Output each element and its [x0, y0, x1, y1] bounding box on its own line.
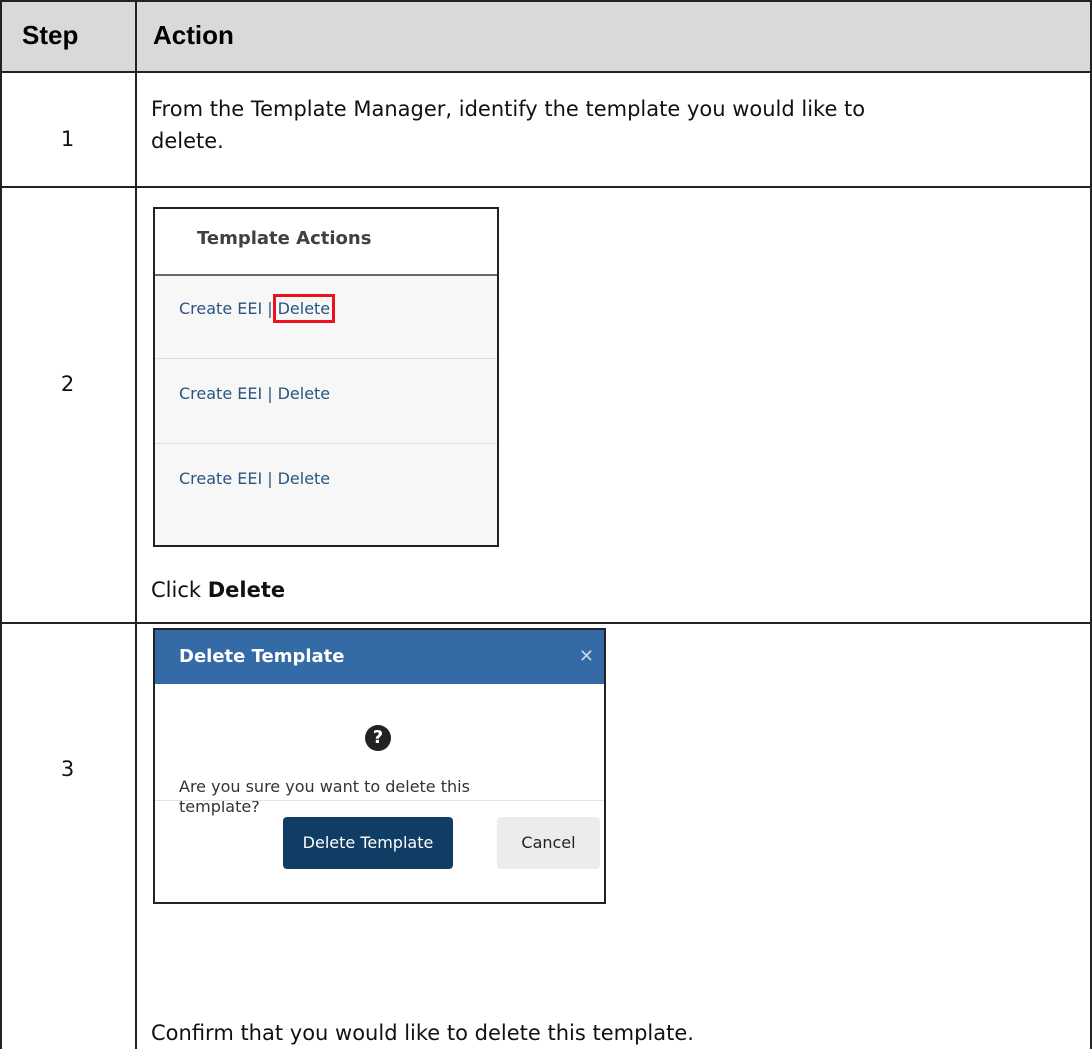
header-action: Action: [153, 20, 234, 50]
table-border-left: [0, 0, 2, 1049]
dialog-divider: [155, 800, 604, 801]
close-icon[interactable]: ✕: [579, 646, 594, 667]
dialog-message: Are you sure you want to delete this tem…: [179, 777, 470, 816]
header-step: Step: [22, 20, 79, 50]
table-border-top: [0, 0, 1092, 2]
create-eei-link[interactable]: Create EEI: [179, 384, 262, 403]
delete-link-highlighted[interactable]: Delete: [272, 294, 336, 323]
link-separator: |: [267, 384, 273, 403]
step-number-2: 2: [60, 372, 75, 396]
create-eei-link[interactable]: Create EEI: [179, 299, 262, 318]
dialog-header: Delete Template ✕: [155, 630, 604, 684]
template-actions-panel: Template Actions Create EEI | Delete Creat…: [153, 207, 499, 547]
table-header-row: Step Action: [0, 0, 1092, 71]
step-2-instruction-bold: Delete: [207, 578, 286, 602]
delete-link[interactable]: Delete: [278, 469, 331, 488]
link-separator: |: [267, 469, 273, 488]
step-1-text: From the Template Manager, identify the …: [151, 93, 865, 157]
create-eei-link[interactable]: Create EEI: [179, 469, 262, 488]
delete-link[interactable]: Delete: [278, 384, 331, 403]
question-circle-icon: ?: [365, 725, 391, 751]
step-number-1: 1: [60, 127, 75, 151]
cancel-button[interactable]: Cancel: [497, 817, 600, 869]
table-border: [0, 186, 1092, 188]
step-1-text-line1: From the Template Manager, identify the …: [151, 97, 866, 121]
template-action-row: Create EEI | Delete: [155, 359, 497, 444]
step-2-instruction: Click Delete: [151, 578, 286, 602]
step-1-text-line2: delete.: [151, 129, 224, 153]
table-border-column: [135, 0, 137, 1049]
table-border: [0, 622, 1092, 624]
template-actions-header: Template Actions: [155, 209, 497, 276]
dialog-title: Delete Template: [179, 646, 345, 667]
step-3-instruction: Confirm that you would like to delete th…: [151, 1021, 694, 1045]
link-separator: |: [267, 299, 273, 318]
template-actions-title: Template Actions: [197, 228, 372, 249]
delete-template-button[interactable]: Delete Template: [283, 817, 453, 869]
step-number-3: 3: [60, 757, 75, 781]
table-border: [0, 71, 1092, 73]
instruction-table: Step Action 1 From the Template Manager,…: [0, 0, 1092, 1049]
template-action-row: Create EEI | Delete: [155, 444, 497, 528]
template-action-row: Create EEI | Delete: [155, 274, 497, 359]
delete-template-dialog: Delete Template ✕ ? Are you sure you wan…: [153, 628, 606, 904]
